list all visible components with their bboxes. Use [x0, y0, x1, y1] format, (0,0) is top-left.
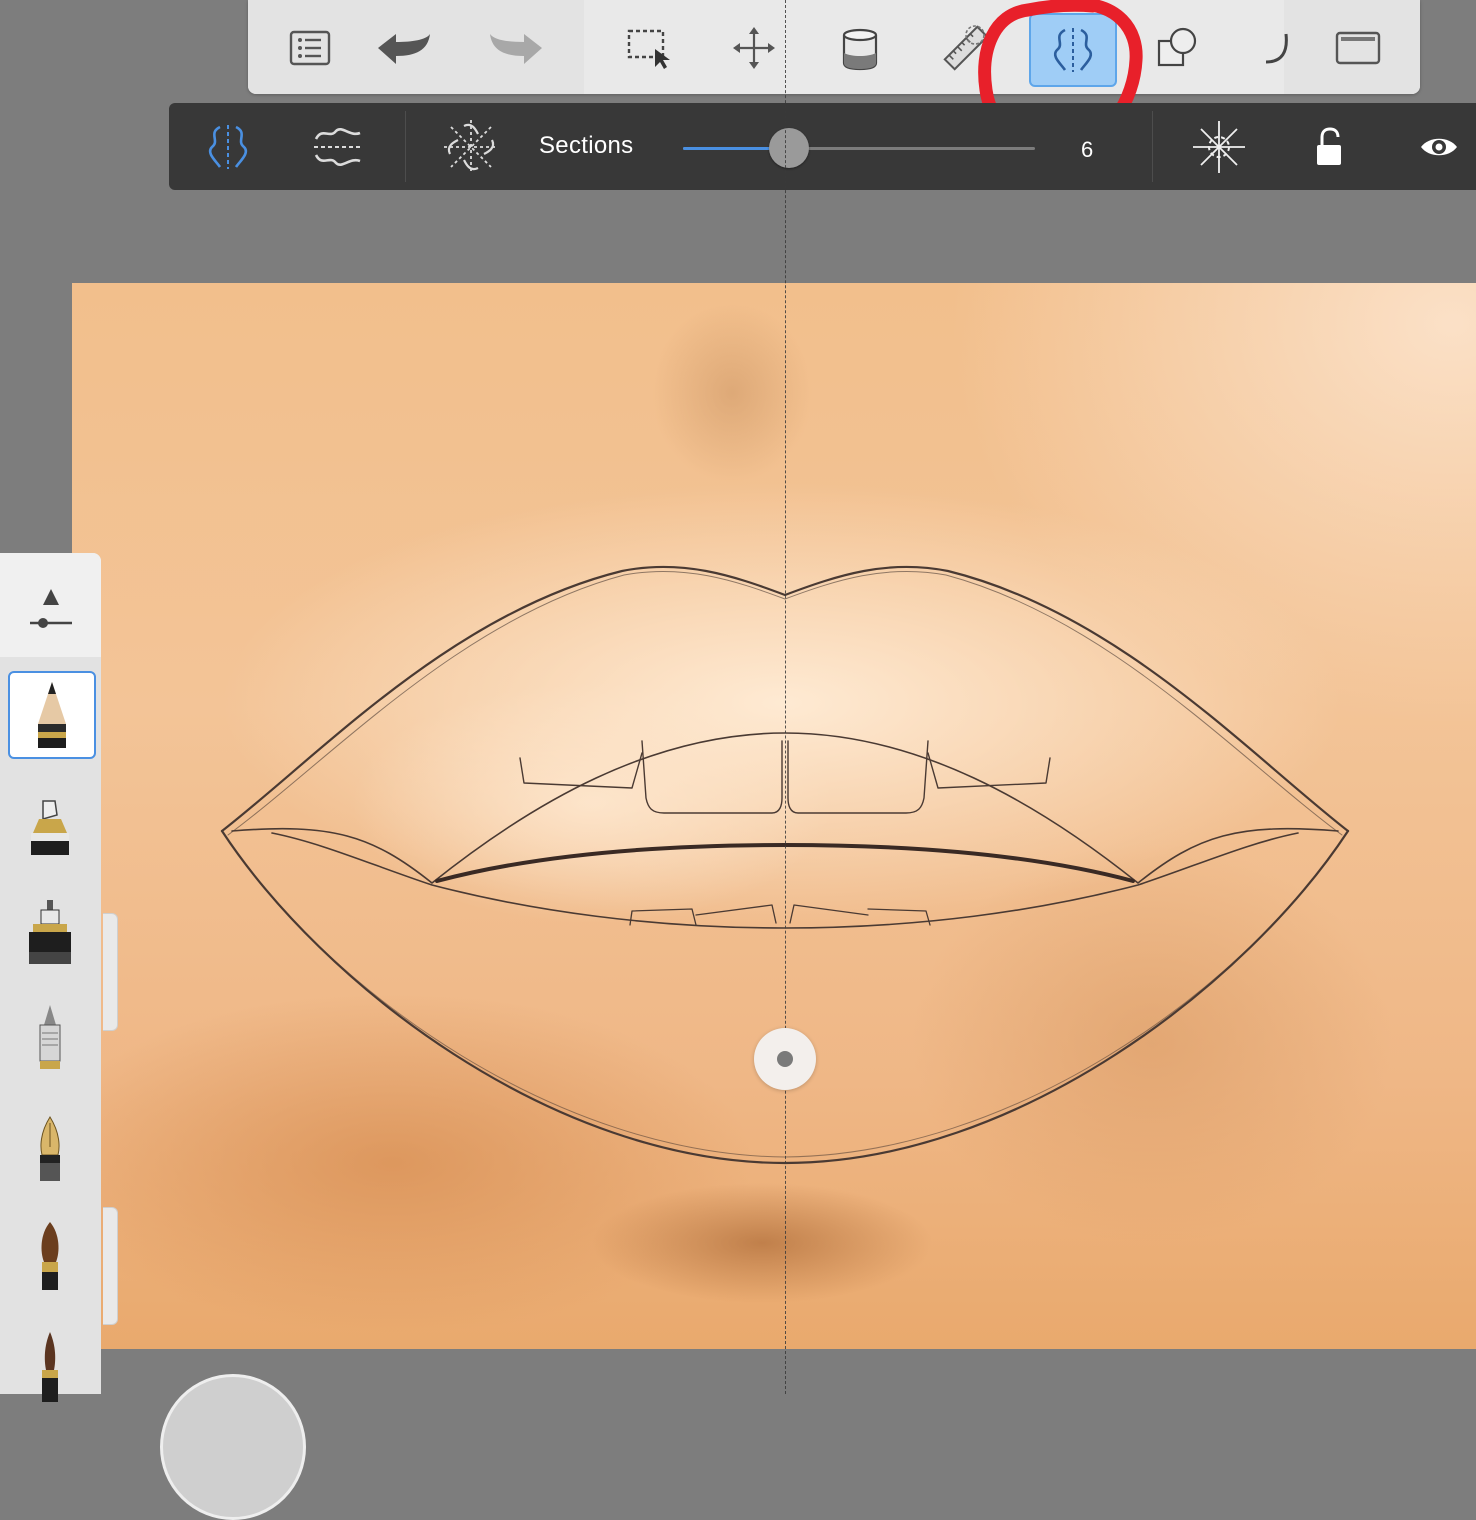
panel-resize-handle[interactable]: [103, 913, 118, 1031]
horizontal-symmetry-icon[interactable]: [306, 115, 370, 179]
recenter-icon[interactable]: [1187, 115, 1251, 179]
paint-brush[interactable]: [8, 1215, 92, 1299]
curve-icon[interactable]: [1234, 10, 1310, 86]
list-icon[interactable]: [272, 10, 348, 86]
sections-label: Sections: [539, 132, 634, 159]
brush-size-opacity-icon: [30, 589, 72, 628]
drawing-canvas[interactable]: [72, 283, 1476, 1349]
bar-divider: [1152, 111, 1153, 182]
fullscreen-icon[interactable]: [1320, 10, 1396, 86]
panel-resize-handle[interactable]: [103, 1207, 118, 1325]
ruler-guides-icon[interactable]: [928, 10, 1004, 86]
selection-icon[interactable]: [612, 10, 688, 86]
shapes-icon[interactable]: [1140, 10, 1216, 86]
redo-icon[interactable]: [478, 10, 554, 86]
brush-properties-button[interactable]: [0, 553, 101, 657]
brush-palette: [0, 553, 101, 1402]
symmetry-axis-line: [785, 0, 786, 1394]
ballpoint-pen-brush[interactable]: [8, 997, 92, 1081]
pencil-brush[interactable]: [8, 671, 96, 759]
visibility-eye-icon[interactable]: [1407, 115, 1471, 179]
ink-brush[interactable]: [8, 1325, 92, 1409]
symmetry-axis-handle[interactable]: [754, 1028, 816, 1090]
sections-slider-thumb[interactable]: [768, 128, 809, 168]
vertical-symmetry-icon[interactable]: [196, 115, 260, 179]
main-toolbar: [248, 0, 1420, 94]
paint-bucket-icon[interactable]: [822, 10, 898, 86]
symmetry-icon[interactable]: [1029, 13, 1117, 87]
sections-slider[interactable]: [683, 147, 1035, 150]
fountain-pen-brush[interactable]: [8, 1109, 92, 1193]
undo-icon[interactable]: [366, 10, 442, 86]
radial-symmetry-icon[interactable]: [439, 115, 503, 179]
marker-brush[interactable]: [8, 785, 92, 869]
sections-value: 6: [1081, 137, 1094, 162]
transform-move-icon[interactable]: [716, 10, 792, 86]
symmetry-options-bar: Sections 6: [169, 103, 1476, 190]
unlock-icon[interactable]: [1297, 115, 1361, 179]
color-puck[interactable]: [160, 1374, 306, 1520]
bar-divider: [405, 111, 406, 182]
lips-sketch: [220, 565, 1350, 1165]
handle-dot: [777, 1051, 793, 1067]
technical-pen-brush[interactable]: [8, 891, 92, 975]
